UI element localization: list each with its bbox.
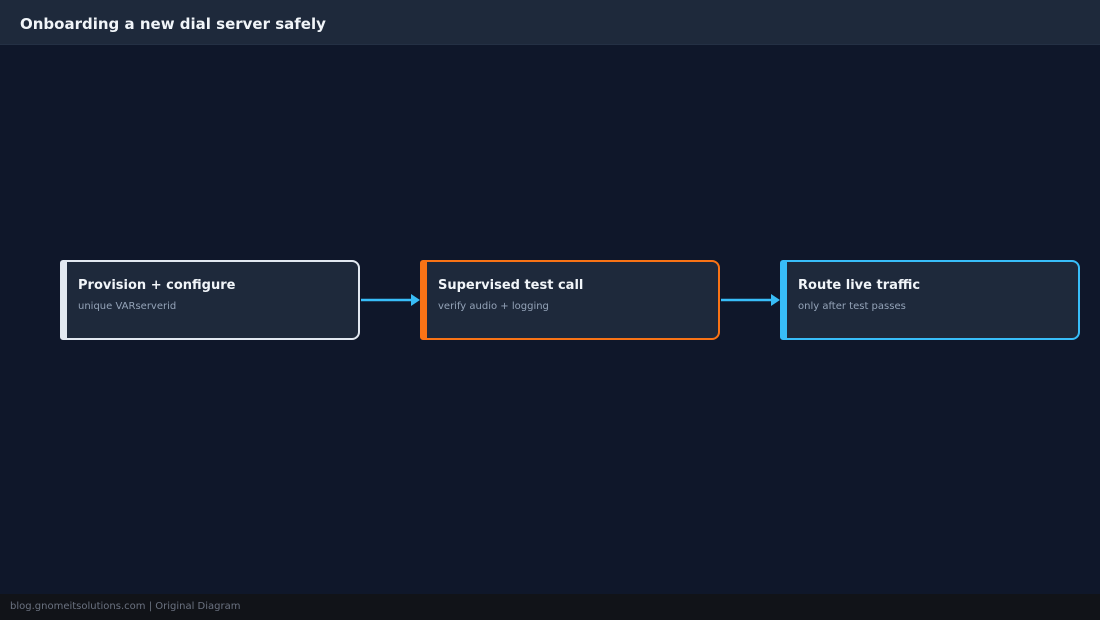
node-route-live-traffic: Route live traffic only after test passe… (780, 260, 1080, 340)
footer-bar: blog.gnomeitsolutions.com | Original Dia… (0, 594, 1100, 620)
page-title: Onboarding a new dial server safely (20, 15, 326, 33)
node-subtitle: unique VARserverid (78, 301, 177, 312)
edge-test-call-to-route (721, 294, 780, 306)
footer-credit: blog.gnomeitsolutions.com | Original Dia… (10, 601, 241, 612)
edge-provision-to-test-call (361, 294, 420, 306)
node-title: Route live traffic (798, 278, 921, 293)
node-provision-configure: Provision + configure unique VARserverid (60, 260, 360, 340)
node-title: Supervised test call (438, 278, 584, 293)
node-title: Provision + configure (78, 278, 236, 293)
node-subtitle: verify audio + logging (438, 301, 549, 312)
header-bar: Onboarding a new dial server safely (0, 0, 1100, 45)
node-supervised-test-call: Supervised test call verify audio + logg… (420, 260, 720, 340)
diagram-canvas: Provision + configure unique VARserverid… (0, 45, 1100, 594)
node-subtitle: only after test passes (798, 301, 906, 312)
